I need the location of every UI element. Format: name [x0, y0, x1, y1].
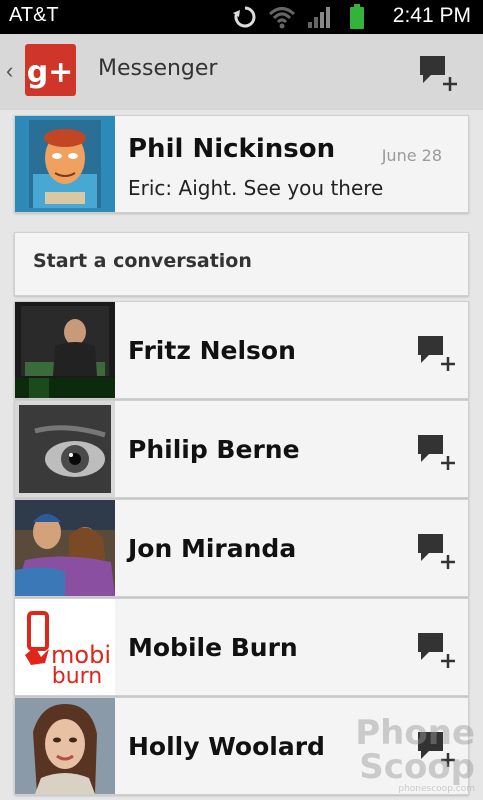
- section-header-bar: Start a conversation: [14, 232, 469, 296]
- avatar: mobi burn: [15, 599, 115, 695]
- mobileburn-logo: mobi burn: [15, 599, 115, 695]
- new-message-button[interactable]: [416, 631, 458, 673]
- avatar: [15, 500, 115, 596]
- watermark-line1: Phone: [355, 713, 475, 753]
- google-plus-logo[interactable]: g+: [25, 44, 76, 96]
- status-bar: AT&T 2:41 PM: [0, 0, 483, 34]
- contact-row[interactable]: mobi burn Mobile Burn: [14, 598, 469, 696]
- logo-text: g+: [27, 55, 74, 90]
- new-message-button[interactable]: [416, 532, 458, 574]
- carrier-label: AT&T: [9, 4, 59, 26]
- avatar: [15, 698, 115, 794]
- conversation-item[interactable]: Phil Nickinson June 28 Eric: Aight. See …: [14, 115, 469, 213]
- action-bar: ‹ g+ Messenger: [0, 34, 483, 110]
- new-message-icon: [418, 336, 455, 371]
- message-snippet: Eric: Aight. See you there: [128, 176, 384, 200]
- timestamp: June 28: [381, 146, 442, 165]
- contact-row[interactable]: Jon Miranda: [14, 499, 469, 597]
- avatar: [15, 401, 115, 497]
- section-header: Start a conversation: [33, 250, 252, 272]
- sync-icon: [233, 6, 256, 28]
- watermark: Phone Scoop phonescoop.com: [355, 716, 475, 794]
- new-message-button[interactable]: [416, 334, 458, 376]
- battery-icon: [350, 4, 364, 29]
- contact-name: Philip Berne: [128, 435, 300, 464]
- new-message-icon: [418, 633, 455, 668]
- clock: 2:41 PM: [392, 4, 471, 27]
- back-chevron-icon[interactable]: ‹: [6, 58, 13, 84]
- contact-name: Jon Miranda: [128, 534, 297, 563]
- watermark-line2: Scoop: [359, 747, 475, 787]
- contact-name: Phil Nickinson: [128, 134, 336, 164]
- contact-name: Fritz Nelson: [128, 336, 296, 365]
- new-message-button[interactable]: [416, 433, 458, 475]
- new-message-button[interactable]: [418, 54, 460, 96]
- avatar: [15, 116, 115, 212]
- avatar: [15, 302, 115, 398]
- signal-icon: [308, 7, 330, 28]
- wifi-icon: [268, 7, 296, 29]
- contact-row[interactable]: Philip Berne: [14, 400, 469, 498]
- contact-name: Mobile Burn: [128, 633, 298, 662]
- contact-name: Holly Woolard: [128, 732, 325, 761]
- contact-row[interactable]: Fritz Nelson: [14, 301, 469, 399]
- new-message-icon: [420, 56, 457, 91]
- new-message-icon: [418, 534, 455, 569]
- new-message-icon: [418, 435, 455, 470]
- logo-text-bottom: burn: [52, 664, 103, 689]
- app-title: Messenger: [98, 56, 218, 81]
